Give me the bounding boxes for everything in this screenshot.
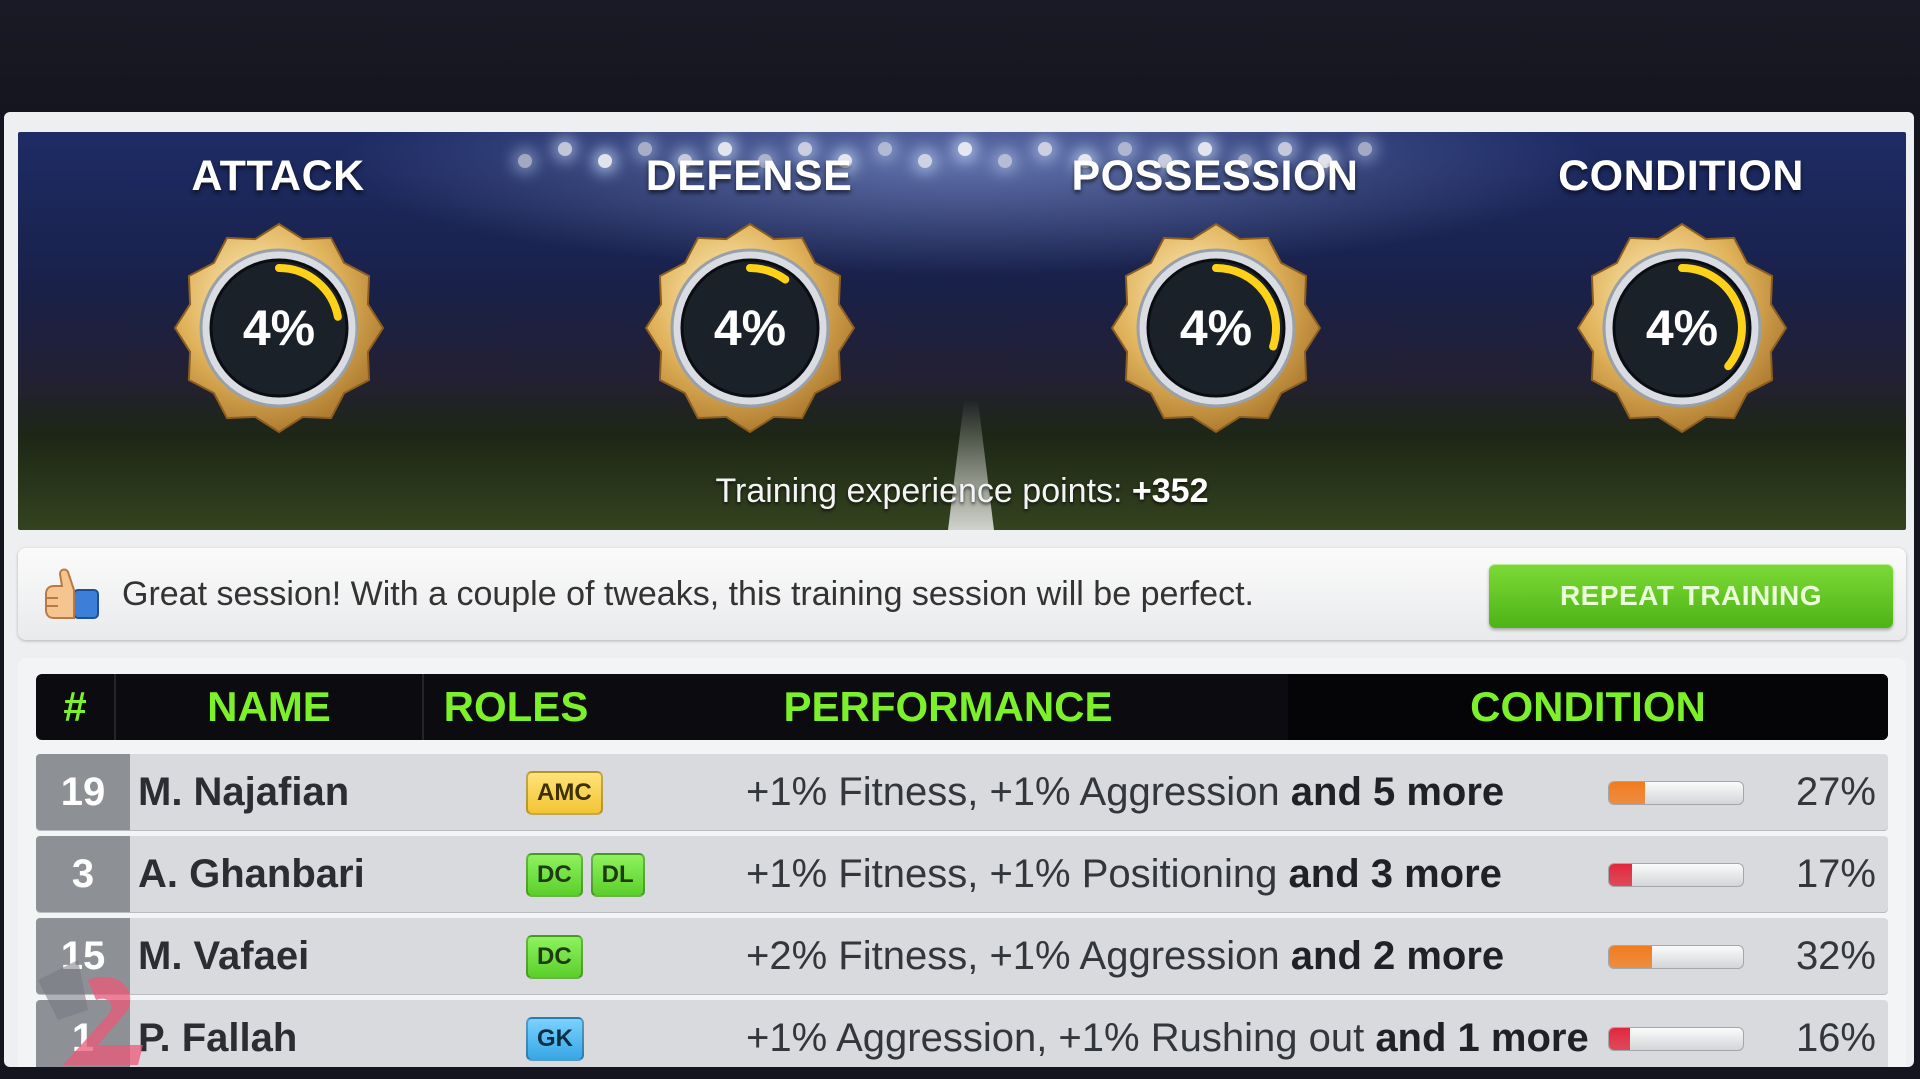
- session-feedback-bar: Great session! With a couple of tweaks, …: [18, 548, 1906, 640]
- stat-title: ATTACK: [191, 152, 365, 200]
- performance-more-link[interactable]: and 1 more: [1375, 1016, 1588, 1060]
- stat-condition: CONDITION 4%: [1471, 132, 1891, 462]
- table-row[interactable]: 1 P. Fallah GK +1% Aggression, +1% Rushi…: [36, 1000, 1888, 1067]
- medal-badge-icon: 4%: [173, 222, 385, 434]
- thumbs-up-icon: [45, 568, 99, 619]
- column-header-name[interactable]: NAME: [116, 674, 424, 740]
- column-header-number[interactable]: #: [36, 674, 116, 740]
- role-badge: DL: [590, 853, 645, 897]
- player-performance: +1% Aggression, +1% Rushing out and 1 mo…: [746, 1000, 1589, 1067]
- xp-label: Training experience points:: [715, 472, 1123, 510]
- stat-value: 4%: [242, 300, 316, 356]
- player-name: P. Fallah: [138, 1016, 298, 1060]
- stat-title: CONDITION: [1558, 152, 1804, 200]
- medal-badge-icon: 4%: [1576, 222, 1788, 434]
- stat-value: 4%: [1645, 300, 1719, 356]
- training-xp: Training experience points: +352: [18, 472, 1906, 511]
- stat-title: POSSESSION: [1071, 152, 1359, 200]
- training-results-panel: ATTACK 4% DEFENSE 4% POSSESSION 4% CONDI…: [4, 112, 1914, 1067]
- medal-badge-icon: 4%: [1110, 222, 1322, 434]
- role-badge: DC: [526, 853, 583, 897]
- player-performance-table: # NAME ROLES PERFORMANCE CONDITION 19 M.…: [18, 658, 1906, 1067]
- performance-gains: +1% Aggression, +1% Rushing out: [746, 1016, 1365, 1060]
- performance-more-link[interactable]: and 2 more: [1291, 934, 1504, 978]
- stadium-light: [518, 154, 532, 168]
- player-roles: DC DL: [526, 853, 653, 897]
- condition-bar-fill: [1609, 1028, 1631, 1050]
- player-performance: +1% Fitness, +1% Positioning and 3 more: [746, 836, 1502, 912]
- performance-gains: +1% Fitness, +1% Positioning: [746, 852, 1278, 896]
- performance-more-link[interactable]: and 5 more: [1291, 770, 1504, 814]
- player-name: A. Ghanbari: [138, 852, 365, 896]
- player-number: 19: [36, 754, 130, 830]
- role-badge: AMC: [526, 771, 603, 815]
- column-header-condition[interactable]: CONDITION: [1288, 674, 1888, 740]
- condition-value: 27%: [1795, 770, 1876, 814]
- column-header-performance[interactable]: PERFORMANCE: [610, 674, 1286, 740]
- condition-value: 17%: [1795, 852, 1876, 896]
- condition-bar-fill: [1609, 864, 1632, 886]
- role-badge: DC: [526, 935, 583, 979]
- site-watermark-logo-icon: [38, 960, 143, 1065]
- player-name: M. Najafian: [138, 770, 350, 814]
- performance-gains: +2% Fitness, +1% Aggression: [746, 934, 1280, 978]
- condition-bar: [1608, 863, 1744, 887]
- performance-gains: +1% Fitness, +1% Aggression: [746, 770, 1280, 814]
- top-bar: [0, 0, 1920, 112]
- stadium-banner: ATTACK 4% DEFENSE 4% POSSESSION 4% CONDI…: [18, 132, 1906, 530]
- condition-bar: [1608, 1027, 1744, 1051]
- condition-bar: [1608, 945, 1744, 969]
- player-number: 3: [36, 836, 130, 912]
- stat-possession: POSSESSION 4%: [1005, 132, 1425, 462]
- player-name: M. Vafaei: [138, 934, 310, 978]
- table-header: # NAME ROLES PERFORMANCE CONDITION: [36, 674, 1888, 740]
- feedback-message: Great session! With a couple of tweaks, …: [122, 575, 1254, 613]
- xp-value: +352: [1131, 472, 1209, 510]
- column-header-roles[interactable]: ROLES: [424, 674, 608, 740]
- player-roles: DC: [526, 935, 591, 979]
- role-badge: GK: [526, 1017, 584, 1061]
- stat-title: DEFENSE: [645, 152, 853, 200]
- table-row[interactable]: 19 M. Najafian AMC +1% Fitness, +1% Aggr…: [36, 754, 1888, 830]
- performance-more-link[interactable]: and 3 more: [1289, 852, 1502, 896]
- condition-bar: [1608, 781, 1744, 805]
- condition-bar-fill: [1609, 946, 1652, 968]
- player-performance: +1% Fitness, +1% Aggression and 5 more: [746, 754, 1504, 830]
- table-row[interactable]: 15 M. Vafaei DC +2% Fitness, +1% Aggress…: [36, 918, 1888, 994]
- medal-badge-icon: 4%: [644, 222, 856, 434]
- stat-value: 4%: [1179, 300, 1253, 356]
- player-roles: AMC: [526, 771, 611, 815]
- repeat-training-button[interactable]: REPEAT TRAINING: [1489, 564, 1893, 628]
- stat-value: 4%: [713, 300, 787, 356]
- condition-value: 32%: [1795, 934, 1876, 978]
- condition-bar-fill: [1609, 782, 1646, 804]
- stat-attack: ATTACK 4%: [68, 132, 488, 462]
- player-roles: GK: [526, 1017, 592, 1061]
- stat-defense: DEFENSE 4%: [539, 132, 959, 462]
- stadium-light: [958, 142, 972, 156]
- player-performance: +2% Fitness, +1% Aggression and 2 more: [746, 918, 1504, 994]
- table-row[interactable]: 3 A. Ghanbari DC DL +1% Fitness, +1% Posi…: [36, 836, 1888, 912]
- condition-value: 16%: [1795, 1016, 1876, 1060]
